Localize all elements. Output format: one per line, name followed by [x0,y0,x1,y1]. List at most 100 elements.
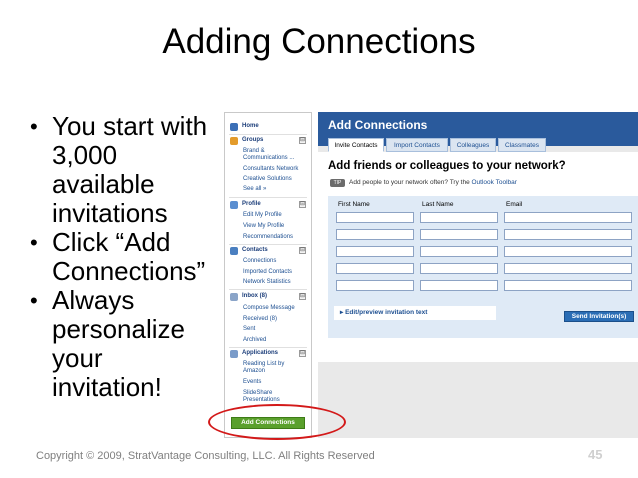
bullet-2-line: Click “Add [52,227,171,257]
sidebar-home[interactable]: Home [230,123,259,131]
email-field[interactable] [504,246,632,257]
bullet-3-line: your [52,343,103,373]
email-field[interactable] [504,212,632,223]
tab-classmates[interactable]: Classmates [498,138,546,152]
bullet-list: • You start with 3,000 available invitat… [30,112,230,402]
tab-import-contacts[interactable]: Import Contacts [386,138,448,152]
last-name-field[interactable] [420,246,498,257]
tip-badge: TIP [330,179,345,187]
bullet-1-line: available [52,169,155,199]
tip-text-label: Add people to your network often? Try th… [349,179,472,186]
sidebar-link[interactable]: Events [243,379,261,386]
sidebar-link[interactable]: See all » [243,186,266,193]
divider [229,347,307,348]
sidebar-link[interactable]: Edit My Profile [243,212,282,219]
sidebar-profile-label: Profile [242,201,261,207]
sidebar-link[interactable]: View My Profile [243,223,284,230]
first-name-field[interactable] [336,263,414,274]
outlook-toolbar-link[interactable]: Outlook Toolbar [472,179,517,186]
sidebar-inbox-label: Inbox (8) [242,293,267,299]
first-name-field[interactable] [336,212,414,223]
email-field[interactable] [504,280,632,291]
last-name-field[interactable] [420,280,498,291]
sidebar-groups[interactable]: Groups [230,137,264,145]
tab-invite-contacts[interactable]: Invite Contacts [328,138,384,152]
collapse-icon[interactable]: ⊟ [299,201,306,208]
sidebar-link[interactable]: Consultants Network [243,166,298,173]
invite-form-area: Add friends or colleagues to your networ… [318,152,638,362]
email-field[interactable] [504,229,632,240]
collapse-icon[interactable]: ⊟ [299,137,306,144]
collapse-icon[interactable]: ⊟ [299,247,306,254]
sidebar-link[interactable]: Amazon [243,368,265,375]
bullet-3-line: invitation! [52,372,162,402]
sidebar-link[interactable]: Archived [243,337,266,344]
sidebar-link[interactable]: Connections [243,258,276,265]
bullet-1-line: 3,000 [52,140,118,170]
bullet-1: • You start with 3,000 available invitat… [30,112,230,228]
sidebar-applications-label: Applications [242,350,279,356]
sidebar-contacts[interactable]: Contacts [230,247,268,255]
divider [229,197,307,198]
panel-title: Add Connections [328,118,428,132]
sidebar-profile[interactable]: Profile [230,201,261,209]
groups-icon [230,137,238,145]
sidebar-home-label: Home [242,123,259,129]
sidebar-link[interactable]: Communications ... [243,155,294,162]
divider [229,134,307,135]
sidebar-link[interactable]: Compose Message [243,305,295,312]
send-invitations-button[interactable]: Send Invitation(s) [564,311,634,322]
sidebar-groups-label: Groups [242,137,264,143]
bullet-3-line: personalize [52,314,185,344]
linkedin-sidebar: Home Groups ⊟ Brand & Communications ...… [224,112,312,438]
highlight-circle [208,404,346,440]
sidebar-link[interactable]: Creative Solutions [243,176,292,183]
sidebar-inbox[interactable]: Inbox (8) [230,293,267,301]
collapse-icon[interactable]: ⊟ [299,293,306,300]
first-name-field[interactable] [336,280,414,291]
sidebar-contacts-label: Contacts [242,247,268,253]
bullet-3: • Always personalize your invitation! [30,286,230,402]
last-name-header: Last Name [422,201,454,208]
sidebar-link[interactable]: Brand & [243,148,265,155]
form-heading: Add friends or colleagues to your networ… [328,160,566,172]
profile-icon [230,201,238,209]
last-name-field[interactable] [420,229,498,240]
home-icon [230,123,238,131]
sidebar-link[interactable]: Sent [243,326,255,333]
collapse-icon[interactable]: ⊟ [299,350,306,357]
slide-title: Adding Connections [162,22,476,61]
bullet-1-line: You start with [52,111,208,141]
copyright-footer: Copyright © 2009, StratVantage Consultin… [36,450,375,462]
tip-text: Add people to your network often? Try th… [349,179,517,186]
sidebar-applications[interactable]: Applications [230,350,279,358]
sidebar-link[interactable]: Presentations [243,397,280,404]
sidebar-link[interactable]: Imported Contacts [243,269,292,276]
last-name-field[interactable] [420,212,498,223]
first-name-field[interactable] [336,246,414,257]
sidebar-link[interactable]: Reading List by [243,361,284,368]
email-field[interactable] [504,263,632,274]
divider [229,289,307,290]
sidebar-link[interactable]: Received (8) [243,316,277,323]
sidebar-link[interactable]: Recommendations [243,234,293,241]
gear-icon [230,350,238,358]
bullet-3-line: Always [52,285,135,315]
bullet-2-line: Connections” [52,256,206,286]
first-name-header: First Name [338,201,370,208]
bullet-2: • Click “Add Connections” [30,228,230,286]
sidebar-link[interactable]: Network Statistics [243,279,291,286]
tab-colleagues[interactable]: Colleagues [450,138,496,152]
email-header: Email [506,201,523,208]
last-name-field[interactable] [420,263,498,274]
bullet-1-line: invitations [52,198,168,228]
add-connections-panel: Add Connections Invite Contacts Import C… [318,112,638,438]
first-name-field[interactable] [336,229,414,240]
invite-form: First Name Last Name Email ▸ Edit/previe… [328,196,638,338]
page-number: 45 [588,447,603,462]
sidebar-link[interactable]: SlideShare [243,390,272,397]
divider [229,244,307,245]
inbox-icon [230,293,238,301]
edit-preview-invitation-link[interactable]: ▸ Edit/preview invitation text [334,306,496,320]
contacts-icon [230,247,238,255]
